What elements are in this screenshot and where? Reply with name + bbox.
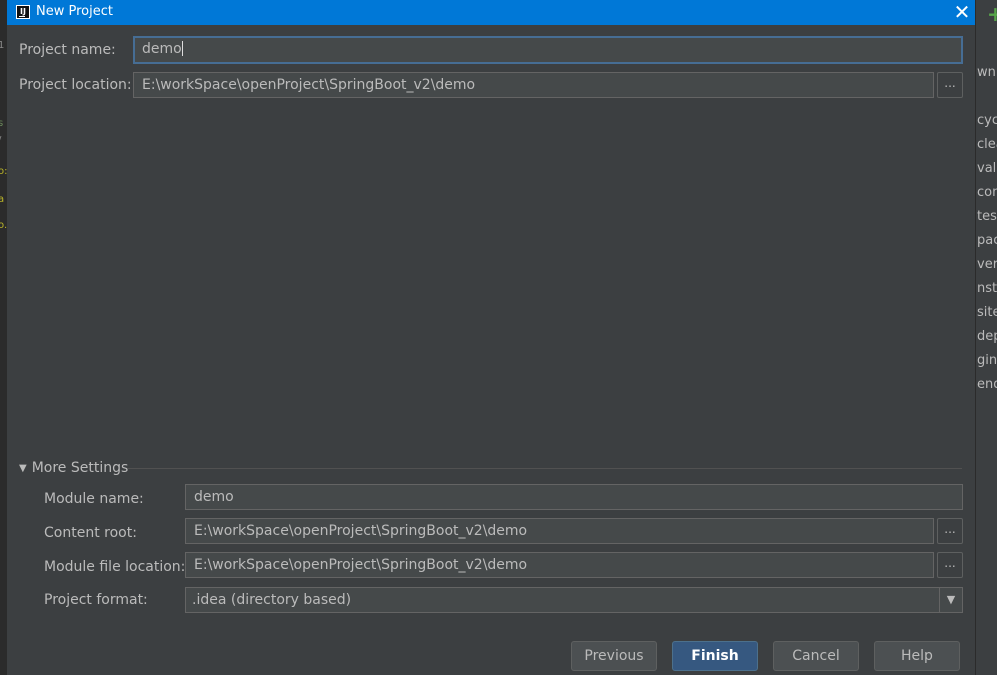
- browse-content-root-button[interactable]: ...: [937, 518, 963, 544]
- background-editor-left: 1 s / o: a o.: [0, 0, 7, 675]
- module-name-label: Module name:: [44, 491, 144, 507]
- project-location-input[interactable]: E:\workSpace\openProject\SpringBoot_v2\d…: [133, 72, 934, 98]
- background-maven-panel: + wnlo cycl clea vali com test pac veri …: [975, 0, 997, 675]
- more-settings-title: More Settings: [31, 460, 129, 476]
- bg-fragment: end: [977, 377, 997, 392]
- project-name-input[interactable]: demo: [133, 36, 963, 64]
- bg-fragment: /: [0, 135, 1, 146]
- content-root-label: Content root:: [44, 525, 137, 541]
- bg-fragment: test: [977, 209, 997, 224]
- more-settings-toggle[interactable]: ▼ More Settings: [19, 460, 128, 476]
- bg-fragment: dep: [977, 329, 997, 344]
- bg-fragment: o:: [0, 166, 7, 177]
- section-divider: [128, 468, 962, 469]
- module-name-value: demo: [194, 489, 234, 505]
- project-location-label: Project location:: [19, 77, 132, 93]
- browse-location-button[interactable]: ...: [937, 72, 963, 98]
- project-format-value: .idea (directory based): [192, 592, 352, 608]
- module-file-location-input[interactable]: E:\workSpace\openProject\SpringBoot_v2\d…: [185, 552, 934, 578]
- new-project-dialog: IJ New Project ✕ Project name: demo Proj…: [7, 0, 975, 675]
- module-name-input[interactable]: demo: [185, 484, 963, 510]
- bg-fragment: site: [977, 305, 997, 320]
- bg-fragment: veri: [977, 257, 997, 272]
- bg-fragment: com: [977, 185, 997, 200]
- bg-fragment: clea: [977, 137, 997, 152]
- project-format-select[interactable]: .idea (directory based) ▼: [185, 587, 963, 613]
- project-format-label: Project format:: [44, 592, 148, 608]
- project-name-value: demo: [142, 41, 182, 57]
- bg-fragment: vali: [977, 161, 997, 176]
- bg-fragment: o.: [0, 220, 7, 231]
- bg-fragment: pac: [977, 233, 997, 248]
- bg-fragment: wnlo: [977, 65, 997, 80]
- module-file-location-label: Module file location:: [44, 559, 186, 575]
- previous-button[interactable]: Previous: [571, 641, 657, 671]
- finish-button[interactable]: Finish: [672, 641, 758, 671]
- bg-fragment: 1: [0, 40, 5, 51]
- title-bar[interactable]: IJ New Project ✕: [7, 0, 975, 25]
- project-location-value: E:\workSpace\openProject\SpringBoot_v2\d…: [142, 77, 476, 93]
- project-name-label: Project name:: [19, 42, 116, 58]
- bg-fragment: a: [0, 194, 5, 205]
- browse-module-file-button[interactable]: ...: [937, 552, 963, 578]
- bg-fragment: gins: [977, 353, 997, 368]
- intellij-icon: IJ: [16, 5, 30, 19]
- help-button[interactable]: Help: [874, 641, 960, 671]
- bg-fragment: nst: [977, 281, 997, 296]
- module-file-location-value: E:\workSpace\openProject\SpringBoot_v2\d…: [194, 557, 528, 573]
- add-icon: +: [987, 2, 997, 26]
- cancel-button[interactable]: Cancel: [773, 641, 859, 671]
- content-root-input[interactable]: E:\workSpace\openProject\SpringBoot_v2\d…: [185, 518, 934, 544]
- text-caret: [181, 41, 183, 56]
- bg-fragment: cycl: [977, 113, 997, 128]
- window-title: New Project: [36, 4, 113, 19]
- bg-fragment: s: [0, 118, 4, 129]
- chevron-down-icon: ▼: [19, 463, 27, 474]
- close-button[interactable]: ✕: [951, 1, 973, 23]
- dropdown-arrow-icon[interactable]: ▼: [939, 588, 962, 612]
- project-name-label-text: Project name:: [19, 42, 116, 58]
- content-root-value: E:\workSpace\openProject\SpringBoot_v2\d…: [194, 523, 528, 539]
